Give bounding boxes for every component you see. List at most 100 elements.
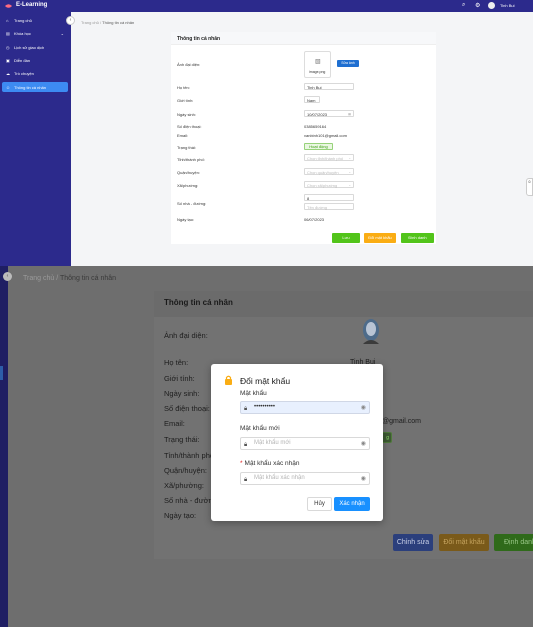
- app-name: E-Learning: [16, 2, 48, 8]
- sidebar-item-chat[interactable]: ☁ Trò chuyện: [2, 68, 68, 78]
- change-password-button[interactable]: Đổi mật khẩu: [364, 233, 396, 243]
- avatar-label: Ảnh đại diện:: [177, 62, 201, 67]
- settings-icon[interactable]: ⚙: [475, 2, 480, 9]
- new-password-label: Mật khẩu mới: [240, 425, 280, 432]
- breadcrumb-home[interactable]: Trang chủ: [23, 275, 54, 282]
- page-title: Thông tin cá nhân: [154, 291, 533, 317]
- search-icon[interactable]: ⌕: [462, 2, 465, 9]
- password-label: Mật khẩu: [240, 390, 267, 397]
- sidebar-item-forum[interactable]: ▣ Diễn đàn: [2, 55, 68, 65]
- home-icon: ⌂: [6, 17, 9, 23]
- edit-avatar-button[interactable]: Sửa ảnh: [337, 60, 359, 67]
- email-value: @gmail.com: [382, 418, 422, 425]
- dob-input[interactable]: 10/07/2023 ▦: [304, 110, 354, 117]
- chevron-down-icon: ⌄: [348, 170, 351, 174]
- profile-page-normal: E-Learning ⌕ ⚙ Tinh Bui ⌂ Trang chủ ▤ Khóa…: [0, 0, 533, 266]
- email-label: Email:: [177, 133, 189, 138]
- sidebar-item-history[interactable]: ◷ Lịch sử giao dịch: [2, 42, 68, 52]
- identify-button[interactable]: Định danh: [494, 534, 533, 551]
- active-marker: [0, 366, 3, 380]
- lock-icon: 🔒︎: [244, 442, 248, 448]
- chevron-left-icon: ‹: [6, 273, 9, 279]
- gender-label: Giới tính:: [177, 98, 194, 103]
- confirm-button[interactable]: Xác nhận: [334, 497, 370, 511]
- avatar[interactable]: [488, 2, 495, 9]
- lock-icon: 🔒︎: [244, 477, 248, 483]
- identify-button[interactable]: Đinh danh: [401, 233, 434, 243]
- created-label: Ngày tạo:: [177, 217, 195, 222]
- ward-select[interactable]: Chọn xã/phường ⌄: [304, 181, 354, 188]
- sidebar-item-label: Lịch sử giao dịch: [14, 44, 45, 50]
- sidebar-item-label: Diễn đàn: [14, 57, 31, 63]
- sidebar-item-courses[interactable]: ▤ Khóa học ⌄: [2, 28, 68, 38]
- sidebar-item-label: Trang chủ: [14, 17, 32, 23]
- emoji-icon: ☺: [527, 179, 532, 184]
- sidebar: [0, 266, 8, 627]
- confirm-password-label: * Mật khẩu xác nhận: [240, 460, 299, 467]
- modal-title: Đổi mật khẩu: [240, 376, 291, 386]
- eye-icon[interactable]: ◉: [361, 403, 366, 414]
- eye-icon[interactable]: ◉: [361, 439, 366, 450]
- new-password-placeholder: Mật khẩu mới: [254, 440, 291, 446]
- status-badge: Hoạt động: [304, 143, 333, 150]
- confirm-password-input[interactable]: 🔒︎ Mật khẩu xác nhận ◉: [240, 472, 370, 485]
- chevron-down-icon: ⌄: [60, 30, 64, 36]
- avatar-upload[interactable]: ▧ image.png: [304, 51, 331, 78]
- chevron-left-icon: ‹: [69, 17, 72, 23]
- avatar-label: Ảnh đại diện:: [164, 331, 208, 340]
- street-name-input[interactable]: Tên đường: [304, 203, 354, 210]
- user-name[interactable]: Tinh Bui: [500, 3, 515, 8]
- district-label: Quận/huyện:: [177, 170, 200, 175]
- created-value: 06/07/2023: [304, 217, 325, 222]
- sidebar-item-home[interactable]: ⌂ Trang chủ: [2, 15, 68, 25]
- created-label: Ngày tạo:: [164, 511, 197, 520]
- province-select[interactable]: Chọn tỉnh/thành phố ⌄: [304, 154, 354, 161]
- sidebar-item-label: Thông tin cá nhân: [14, 84, 47, 90]
- status-label: Trạng thái:: [164, 435, 200, 444]
- new-password-input[interactable]: 🔒︎ Mật khẩu mới ◉: [240, 437, 370, 450]
- province-placeholder: Chọn tỉnh/thành phố: [307, 156, 344, 161]
- dob-label: Ngày sinh:: [164, 389, 200, 398]
- chevron-down-icon: ⌄: [348, 183, 351, 187]
- breadcrumb-current: Thông tin cá nhân: [102, 20, 135, 25]
- district-select[interactable]: Chọn quận/huyện ⌄: [304, 168, 354, 175]
- lock-icon: [225, 375, 232, 385]
- chevron-down-icon: ⌄: [348, 156, 351, 160]
- status-label: Trạng thái:: [177, 145, 196, 150]
- eye-icon[interactable]: ◉: [361, 474, 366, 485]
- ward-label: Xã/phường:: [177, 183, 199, 188]
- breadcrumb: Trang chủ / Thông tin cá nhân: [23, 275, 116, 282]
- history-icon: ◷: [6, 44, 10, 50]
- gender-select[interactable]: Nam: [304, 96, 320, 103]
- calendar-icon: ▦: [348, 112, 351, 116]
- street-number-input[interactable]: 8: [304, 194, 354, 201]
- phone-label: Số điện thoại:: [177, 124, 202, 129]
- sidebar-item-profile[interactable]: ☺ Thông tin cá nhân: [2, 82, 68, 92]
- gender-label: Giới tính:: [164, 374, 195, 383]
- password-input[interactable]: 🔒︎ •••••••••• ◉: [240, 401, 370, 414]
- edit-button[interactable]: Chỉnh sửa: [393, 534, 433, 551]
- confirm-password-placeholder: Mật khẩu xác nhận: [254, 475, 305, 481]
- change-password-modal: Đổi mật khẩu Mật khẩu 🔒︎ •••••••••• ◉ Mậ…: [211, 364, 383, 521]
- required-mark: *: [240, 460, 243, 467]
- avatar-filename: image.png: [309, 70, 326, 74]
- sidebar-collapse-button[interactable]: ‹: [66, 16, 75, 25]
- confirm-password-label-text: Mật khẩu xác nhận: [244, 460, 300, 467]
- sidebar-collapse-button[interactable]: ‹: [3, 272, 12, 281]
- name-label: Họ tên:: [177, 85, 190, 90]
- profile-page-zoomed-modal: ‹ Trang chủ / Thông tin cá nhân Thông ti…: [0, 266, 533, 627]
- save-button[interactable]: Lưu: [332, 233, 360, 243]
- dob-label: Ngày sinh:: [177, 112, 196, 117]
- logo-icon: [4, 4, 13, 8]
- cancel-button[interactable]: Hủy: [307, 497, 332, 511]
- password-value: ••••••••••: [254, 404, 276, 410]
- top-navbar: E-Learning ⌕ ⚙ Tinh Bui: [0, 0, 533, 12]
- change-password-button[interactable]: Đổi mật khẩu: [439, 534, 489, 551]
- lock-icon: 🔒︎: [244, 406, 248, 412]
- breadcrumb-separator: /: [56, 275, 59, 282]
- breadcrumb-home[interactable]: Trang chủ: [81, 20, 99, 25]
- email-value: vanbinh101@gmail.com: [304, 133, 347, 138]
- floating-widget[interactable]: ☺: [526, 178, 533, 196]
- name-input[interactable]: Tinh Bui: [304, 83, 354, 90]
- avatar[interactable]: [360, 318, 382, 348]
